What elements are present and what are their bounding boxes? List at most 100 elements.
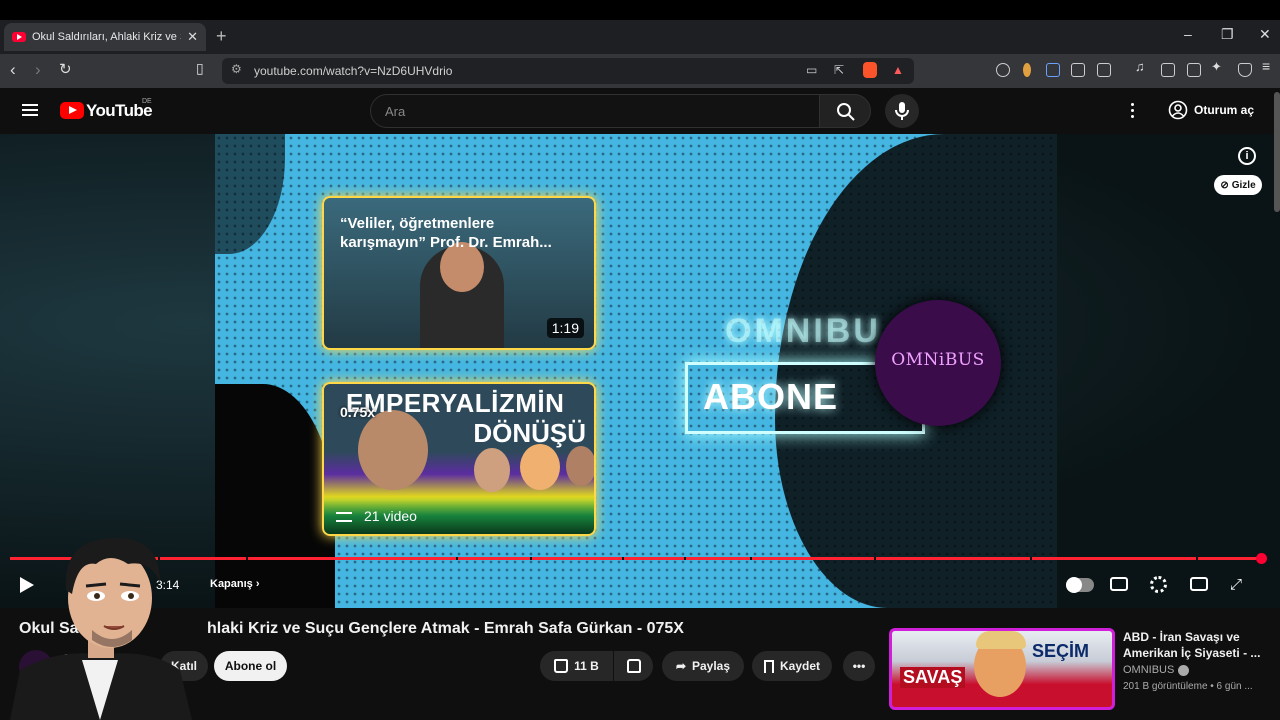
youtube-header: YouTube DE Ara Oturum aç bbox=[0, 88, 1280, 134]
chapter-marker bbox=[1030, 557, 1032, 560]
menu-icon[interactable]: ≡ bbox=[1262, 58, 1276, 74]
card-duration: 1:19 bbox=[546, 318, 584, 338]
music-icon[interactable]: ♫ bbox=[1135, 59, 1149, 74]
leo-ai-icon[interactable]: ✦ bbox=[1211, 59, 1225, 74]
chapter-marker bbox=[246, 557, 248, 560]
face-thumbnail bbox=[474, 448, 510, 492]
hide-endscreen-button[interactable]: ⊘ Gizle bbox=[1214, 175, 1262, 195]
info-icon[interactable]: i bbox=[1238, 147, 1256, 165]
scrubber-handle[interactable] bbox=[1256, 553, 1267, 564]
cast-icon[interactable]: ▭ bbox=[806, 63, 817, 77]
like-button[interactable]: 11 B bbox=[540, 651, 613, 681]
subscribe-button[interactable]: Abone ol bbox=[214, 651, 287, 681]
page-scrollbar[interactable] bbox=[1274, 92, 1280, 212]
wallet-icon[interactable] bbox=[1187, 63, 1201, 77]
browser-tab-bar: Okul Saldırıları, Ahlaki Kriz ve Su ✕ + … bbox=[0, 0, 1280, 54]
tab-title: Okul Saldırıları, Ahlaki Kriz ve Su bbox=[32, 31, 182, 43]
extension-icon-2[interactable] bbox=[1023, 63, 1031, 77]
theater-mode-icon[interactable] bbox=[1190, 577, 1208, 591]
video-title-end: hlaki Kriz ve Suçu Gençlere Atmak - Emra… bbox=[207, 620, 684, 637]
save-label: Kaydet bbox=[779, 659, 820, 673]
more-actions-button[interactable]: ••• bbox=[843, 651, 875, 681]
sign-in-label: Oturum aç bbox=[1194, 103, 1255, 117]
youtube-logo-icon[interactable] bbox=[60, 102, 84, 119]
account-icon bbox=[1168, 100, 1188, 120]
extensions-puzzle-icon[interactable] bbox=[1071, 63, 1085, 77]
browser-tab[interactable]: Okul Saldırıları, Ahlaki Kriz ve Su ✕ bbox=[4, 23, 206, 51]
tab-close-icon[interactable]: ✕ bbox=[187, 29, 198, 45]
reload-icon[interactable]: ↻ bbox=[59, 60, 72, 78]
forward-icon[interactable]: › bbox=[35, 60, 41, 80]
chapter-marker bbox=[622, 557, 624, 560]
country-code: DE bbox=[142, 98, 152, 105]
endscreen-video-card[interactable]: “Veliler, öğretmenlere karışmayın” Prof.… bbox=[322, 196, 596, 350]
chapter-title[interactable]: Kapanış › bbox=[210, 578, 260, 590]
thumbs-up-icon bbox=[554, 659, 569, 673]
fullscreen-icon[interactable]: ⤢ bbox=[1230, 576, 1242, 593]
browser-toolbar: ‹ › ↻ ▯ ⚙ youtube.com/watch?v=NzD6UHVdri… bbox=[0, 54, 1280, 88]
share-label: Paylaş bbox=[692, 659, 731, 673]
playlist-thumb-line2: DÖNÜŞÜ bbox=[473, 418, 586, 448]
autoplay-toggle[interactable] bbox=[1066, 577, 1094, 593]
more-icon: ••• bbox=[852, 659, 866, 673]
youtube-favicon-icon bbox=[12, 32, 26, 42]
chapter-marker bbox=[530, 557, 532, 560]
recommended-meta: 201 B görüntüleme • 6 gün ... bbox=[1123, 681, 1253, 692]
brave-rewards-icon[interactable]: ▲ bbox=[892, 63, 904, 77]
sign-in-button[interactable]: Oturum aç bbox=[1160, 96, 1262, 124]
sidebar-icon[interactable] bbox=[1161, 63, 1175, 77]
search-icon bbox=[837, 103, 855, 121]
save-bookmark-icon bbox=[763, 659, 774, 673]
eye-off-icon: ⊘ bbox=[1220, 179, 1229, 191]
search-input[interactable]: Ara bbox=[370, 94, 820, 128]
extension-icon-1[interactable] bbox=[996, 63, 1010, 77]
thumb-hair bbox=[976, 631, 1026, 649]
speed-indicator: 0.75x bbox=[340, 404, 376, 420]
settings-gear-icon[interactable] bbox=[1150, 576, 1167, 593]
thumb-text-left: SAVAŞ bbox=[900, 667, 966, 688]
vpn-shield-icon[interactable] bbox=[1238, 63, 1252, 77]
restore-icon[interactable]: ❐ bbox=[1221, 26, 1234, 43]
recommended-title[interactable]: ABD - İran Savaşı ve Amerikan İç Siyaset… bbox=[1123, 629, 1273, 661]
close-window-icon[interactable]: ✕ bbox=[1259, 26, 1271, 43]
share-button[interactable]: ➦ Paylaş bbox=[662, 651, 744, 681]
video-frame[interactable]: “Veliler, öğretmenlere karışmayın” Prof.… bbox=[215, 134, 1057, 608]
chapter-marker bbox=[1196, 557, 1198, 560]
search-button[interactable] bbox=[819, 94, 871, 128]
chapter-label: Kapanış bbox=[210, 578, 253, 590]
card-title: “Veliler, öğretmenlere karışmayın” Prof.… bbox=[340, 215, 552, 251]
playlist-thumb-line1: EMPERYALİZMİN bbox=[346, 388, 565, 418]
extension-icon-3[interactable] bbox=[1046, 63, 1060, 77]
brave-shields-icon[interactable] bbox=[863, 62, 877, 78]
bookmark-icon[interactable]: ▯ bbox=[196, 60, 204, 77]
address-bar[interactable]: ⚙ youtube.com/watch?v=NzD6UHVdrio ▭ ⇱ ▲ bbox=[222, 58, 914, 84]
settings-more-icon[interactable] bbox=[1131, 103, 1135, 119]
search-placeholder: Ara bbox=[385, 104, 406, 119]
recommended-thumbnail[interactable]: SAVAŞ SEÇİM bbox=[889, 628, 1115, 710]
url-text: youtube.com/watch?v=NzD6UHVdrio bbox=[254, 64, 453, 78]
chapter-marker bbox=[750, 557, 752, 560]
streamer-avatar-overlay bbox=[10, 537, 192, 720]
voice-search-button[interactable] bbox=[885, 94, 919, 128]
new-tab-icon[interactable]: + bbox=[216, 26, 227, 47]
chapter-marker bbox=[874, 557, 876, 560]
verified-icon bbox=[1178, 664, 1190, 676]
dislike-button[interactable] bbox=[614, 651, 653, 681]
playlist-count: 21 video bbox=[364, 508, 417, 524]
save-button[interactable]: Kaydet bbox=[752, 651, 832, 681]
thumb-text-right: SEÇİM bbox=[1032, 641, 1090, 661]
back-icon[interactable]: ‹ bbox=[10, 60, 16, 80]
recommended-channel[interactable]: OMNIBUS bbox=[1123, 664, 1190, 676]
face-thumbnail bbox=[566, 446, 594, 486]
extension-icon-5[interactable] bbox=[1097, 63, 1111, 77]
window-top-strip bbox=[0, 0, 1280, 20]
endscreen-subscribe-element[interactable]: OMNiBUS bbox=[875, 300, 1001, 426]
minimize-icon[interactable]: – bbox=[1184, 26, 1192, 42]
endscreen-playlist-card[interactable]: EMPERYALİZMİN DÖNÜŞÜ 0.75x 21 video bbox=[322, 382, 596, 536]
channel-logo-text: OMNiBUS bbox=[891, 350, 985, 370]
subtitles-icon[interactable] bbox=[1110, 577, 1128, 591]
site-settings-icon[interactable]: ⚙ bbox=[231, 62, 242, 76]
guide-menu-icon[interactable] bbox=[22, 104, 38, 116]
hide-label: Gizle bbox=[1231, 179, 1256, 191]
share-page-icon[interactable]: ⇱ bbox=[834, 63, 844, 77]
